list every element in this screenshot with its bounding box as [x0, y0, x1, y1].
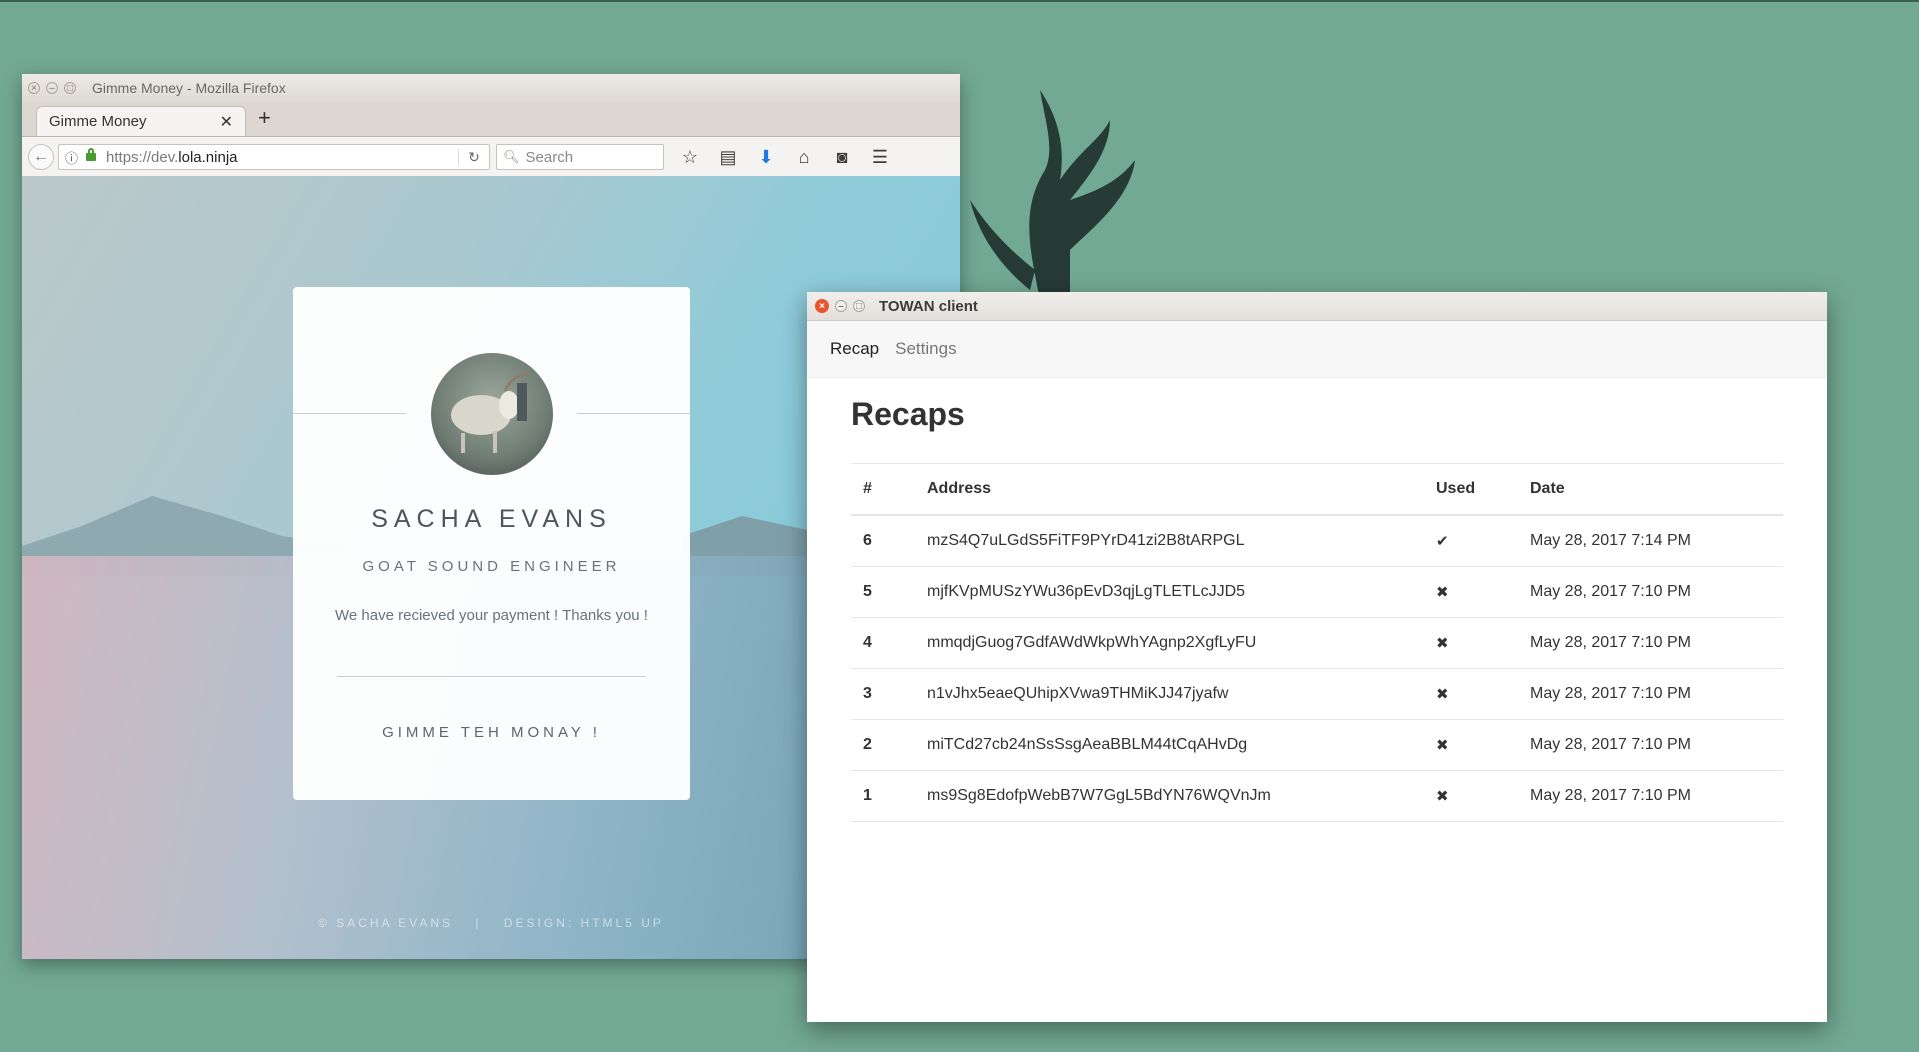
row-address: n1vJhx5eaeQUhipXVwa9THMiKJJ47jyafw	[926, 668, 1435, 720]
unused-cross-icon: ✖	[1435, 770, 1529, 822]
avatar	[431, 353, 553, 475]
goat-photo-icon	[451, 373, 532, 453]
window-title: TOWAN client	[879, 297, 978, 315]
search-placeholder: Search	[525, 148, 574, 166]
card-separator	[337, 676, 646, 677]
bookmark-star-icon[interactable]: ☆	[678, 147, 702, 168]
tab-gimme-money[interactable]: Gimme Money ✕	[36, 106, 246, 136]
hamburger-menu-icon[interactable]: ☰	[868, 147, 892, 168]
table-row: 6 mzS4Q7uLGdS5FiTF9PYrD41zi2B8tARPGL ✔ M…	[851, 515, 1783, 567]
profile-name: SACHA EVANS	[371, 505, 612, 533]
nav-recap[interactable]: Recap	[830, 339, 879, 359]
unused-cross-icon: ✖	[1435, 719, 1529, 771]
row-number: 5	[851, 566, 926, 618]
tab-bar: Gimme Money ✕ +	[22, 102, 960, 137]
window-maximize-button[interactable]: □	[64, 82, 76, 94]
page-title: Recaps	[851, 396, 965, 432]
column-header-address: Address	[926, 463, 1435, 516]
gimme-money-button[interactable]: GIMME TEH MONAY !	[293, 724, 690, 741]
row-address: mmqdjGuog7GdfAWdWkpWhYAgnp2XgfLyFU	[926, 617, 1435, 669]
tab-label: Gimme Money	[49, 113, 147, 130]
payment-confirmation-message: We have recieved your payment ! Thanks y…	[335, 607, 648, 624]
row-date: May 28, 2017 7:10 PM	[1529, 617, 1783, 669]
new-tab-button[interactable]: +	[258, 105, 271, 131]
info-icon[interactable]: ⓘ	[65, 148, 78, 167]
window-close-button[interactable]: ×	[28, 82, 40, 94]
window-close-button[interactable]: ×	[815, 299, 829, 313]
download-icon[interactable]: ⬇	[754, 147, 778, 168]
row-address: mjfKVpMUSzYWu36pEvD3qjLgTLETLcJJD5	[926, 566, 1435, 618]
back-arrow-icon[interactable]: ←	[28, 144, 54, 170]
reading-list-icon[interactable]: ▤	[716, 147, 740, 168]
card-divider-right	[577, 413, 690, 414]
unused-cross-icon: ✖	[1435, 566, 1529, 618]
lock-icon	[86, 148, 97, 161]
column-header-used: Used	[1435, 463, 1529, 516]
table-row: 1 ms9Sg8EdofpWebB7W7GgL5BdYN76WQVnJm ✖ M…	[851, 770, 1783, 822]
antler-wallpaper-graphic	[970, 90, 1135, 300]
row-date: May 28, 2017 7:10 PM	[1529, 668, 1783, 720]
row-number: 4	[851, 617, 926, 669]
row-address: ms9Sg8EdofpWebB7W7GgL5BdYN76WQVnJm	[926, 770, 1435, 822]
tab-close-icon[interactable]: ✕	[220, 112, 233, 132]
table-row: 5 mjfKVpMUSzYWu36pEvD3qjLgTLETLcJJD5 ✖ M…	[851, 566, 1783, 618]
row-number: 1	[851, 770, 926, 822]
url-domain: lola.ninja	[178, 148, 238, 166]
row-date: May 28, 2017 7:10 PM	[1529, 566, 1783, 618]
unused-cross-icon: ✖	[1435, 617, 1529, 669]
profile-card: SACHA EVANS GOAT SOUND ENGINEER We have …	[293, 287, 690, 800]
url-text[interactable]: https://dev.lola.ninja	[106, 149, 458, 166]
pocket-icon[interactable]: ◙	[830, 147, 854, 168]
profile-role: GOAT SOUND ENGINEER	[362, 558, 621, 575]
window-title: Gimme Money - Mozilla Firefox	[92, 80, 286, 96]
row-number: 3	[851, 668, 926, 720]
used-check-icon: ✔	[1435, 515, 1529, 567]
towan-nav: Recap Settings	[807, 321, 1827, 378]
footer-separator: |	[475, 916, 482, 930]
desktop-top-border	[0, 0, 1919, 2]
table-header-row: # Address Used Date	[851, 463, 1783, 516]
home-icon[interactable]: ⌂	[792, 147, 816, 168]
firefox-titlebar: × – □ Gimme Money - Mozilla Firefox	[22, 74, 960, 102]
row-date: May 28, 2017 7:10 PM	[1529, 719, 1783, 771]
towan-titlebar: × – □ TOWAN client	[807, 292, 1827, 321]
search-input[interactable]: 🔍︎ Search	[496, 144, 664, 170]
column-header-number: #	[851, 463, 926, 516]
window-minimize-button[interactable]: –	[835, 300, 847, 312]
window-maximize-button[interactable]: □	[853, 300, 865, 312]
row-number: 2	[851, 719, 926, 771]
window-minimize-button[interactable]: –	[46, 82, 58, 94]
row-date: May 28, 2017 7:14 PM	[1529, 515, 1783, 567]
recaps-table: # Address Used Date 6 mzS4Q7uLGdS5FiTF9P…	[851, 463, 1783, 822]
footer-design-credit[interactable]: DESIGN: HTML5 UP	[504, 916, 664, 930]
towan-client-window: × – □ TOWAN client Recap Settings Recaps…	[807, 292, 1827, 1022]
reload-icon[interactable]: ↻	[458, 148, 489, 166]
unused-cross-icon: ✖	[1435, 668, 1529, 720]
row-number: 6	[851, 515, 926, 567]
card-divider-left	[293, 413, 406, 414]
search-icon: 🔍︎	[503, 149, 520, 164]
row-date: May 28, 2017 7:10 PM	[1529, 770, 1783, 822]
url-prefix: https://dev.	[106, 148, 179, 166]
row-address: miTCd27cb24nSsSsgAeaBBLM44tCqAHvDg	[926, 719, 1435, 771]
footer-copyright: © SACHA EVANS	[318, 916, 454, 930]
navigation-toolbar: ← ⓘ https://dev.lola.ninja ↻ 🔍︎ Search ☆…	[22, 137, 960, 178]
table-row: 3 n1vJhx5eaeQUhipXVwa9THMiKJJ47jyafw ✖ M…	[851, 668, 1783, 720]
url-bar[interactable]: ⓘ https://dev.lola.ninja ↻	[58, 144, 490, 170]
towan-main: Recaps # Address Used Date 6 mzS4Q7uLGdS…	[807, 396, 1827, 822]
table-row: 4 mmqdjGuog7GdfAWdWkpWhYAgnp2XgfLyFU ✖ M…	[851, 617, 1783, 669]
row-address: mzS4Q7uLGdS5FiTF9PYrD41zi2B8tARPGL	[926, 515, 1435, 567]
column-header-date: Date	[1529, 463, 1783, 516]
nav-settings[interactable]: Settings	[895, 339, 956, 359]
table-row: 2 miTCd27cb24nSsSsgAeaBBLM44tCqAHvDg ✖ M…	[851, 719, 1783, 771]
